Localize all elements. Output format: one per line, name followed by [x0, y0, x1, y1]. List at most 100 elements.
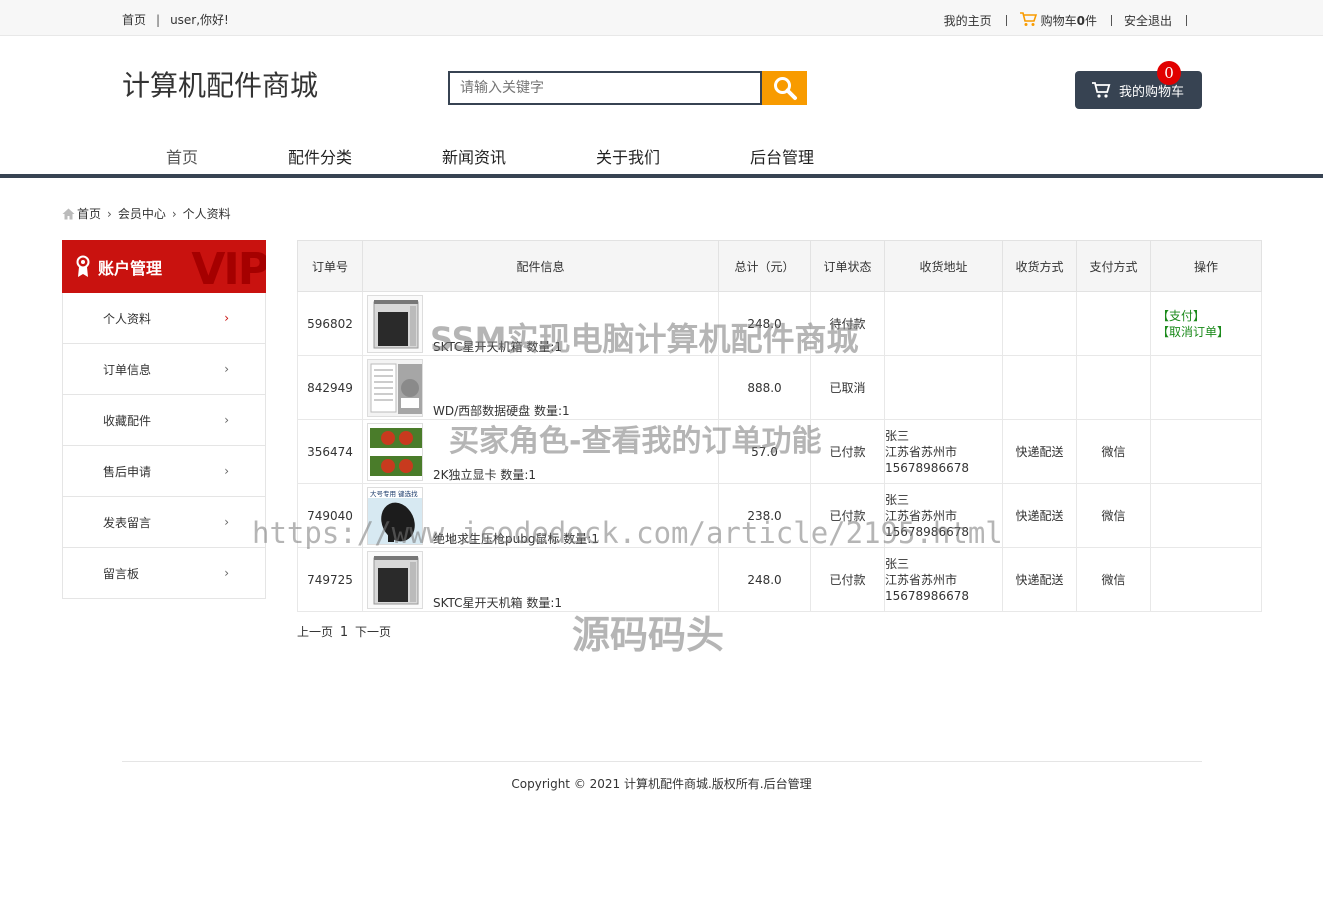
order-id: 356474 [297, 419, 363, 484]
order-status: 已付款 [810, 483, 885, 548]
main-nav: 首页 配件分类 新闻资讯 关于我们 后台管理 [0, 136, 1323, 178]
table-header-row: 订单号 配件信息 总计（元） 订单状态 收货地址 收货方式 支付方式 操作 [297, 240, 1262, 292]
prev-page-link[interactable]: 上一页 [297, 625, 333, 639]
product-thumbnail[interactable] [367, 550, 423, 609]
top-bar: 首页 | user,你好! 我的主页 购物车0件 安全退出 [0, 0, 1323, 36]
product-thumbnail[interactable]: 大号专用 键选找 [367, 486, 423, 545]
nav-home[interactable]: 首页 [166, 144, 198, 168]
product-thumbnail[interactable] [367, 358, 423, 417]
cart-icon [1092, 82, 1111, 98]
order-total: 57.0 [718, 419, 811, 484]
order-shipping [1002, 355, 1077, 420]
logout-link[interactable]: 安全退出 [1124, 12, 1172, 29]
product-name[interactable]: 2K独立显卡 数量:1 [433, 466, 536, 483]
order-address: 张三 江苏省苏州市 15678986678 [884, 483, 1003, 548]
chevron-right-icon: › [224, 515, 229, 529]
crumb-member[interactable]: 会员中心 [118, 205, 166, 222]
nav-about[interactable]: 关于我们 [596, 144, 660, 168]
product-info: SKTC星开天机箱 数量:1 [362, 547, 719, 612]
top-cart-link[interactable]: 购物车0件 [1041, 12, 1097, 29]
order-payment: 微信 [1076, 419, 1151, 484]
cart-count: 0 [1076, 14, 1085, 28]
pay-link[interactable]: 【支付】 [1157, 308, 1261, 324]
order-total: 248.0 [718, 291, 811, 356]
product-thumbnail[interactable] [367, 422, 423, 481]
search-button[interactable] [762, 71, 807, 105]
chevron-right-icon: › [224, 464, 229, 478]
breadcrumb: 首页 › 会员中心 › 个人资料 [62, 205, 231, 222]
site-logo[interactable]: 计算机配件商城 [122, 64, 318, 104]
table-row: 356474 2K独立显卡 数量:1 57.0 已付款 张三 江苏省苏州市 1567… [297, 419, 1262, 484]
order-shipping: 快递配送 [1002, 419, 1077, 484]
thumbnail-text: 大号专用 键选找 [370, 489, 418, 498]
order-payment: 微信 [1076, 547, 1151, 612]
product-thumbnail[interactable] [367, 294, 423, 353]
sidebar-item-label: 留言板 [103, 566, 140, 581]
copyright: Copyright © 2021 计算机配件商城.版权所有.后台管理 [511, 777, 812, 791]
my-home-link[interactable]: 我的主页 [944, 12, 992, 29]
order-status: 已取消 [810, 355, 885, 420]
order-id: 749040 [297, 483, 363, 548]
order-total: 248.0 [718, 547, 811, 612]
sidebar-item-label: 订单信息 [103, 362, 152, 377]
crumb-home[interactable]: 首页 [77, 205, 101, 222]
search-icon [773, 77, 797, 100]
sidebar-item-label: 发表留言 [103, 515, 152, 530]
footer-divider [122, 761, 1202, 762]
order-id: 749725 [297, 547, 363, 612]
order-actions: 【支付】 【取消订单】 [1150, 291, 1262, 356]
table-row: 842949 WD/西部数据硬盘 数量:1 888.0 已取消 [297, 355, 1262, 420]
watermark-brand: 源码码头 [572, 613, 725, 657]
chevron-right-icon: › [224, 362, 229, 376]
cart-badge: 0 [1157, 61, 1181, 85]
product-name[interactable]: 绝地求生压枪pubg鼠标 数量:1 [433, 530, 599, 547]
pagination: 上一页 1 下一页 [297, 623, 391, 640]
page-number[interactable]: 1 [340, 625, 348, 640]
sidebar-item-post-message[interactable]: 发表留言 › [62, 497, 266, 548]
vip-decoration: VIP [191, 244, 266, 293]
product-name[interactable]: SKTC星开天机箱 数量:1 [433, 338, 562, 355]
home-icon [62, 208, 75, 219]
order-id: 842949 [297, 355, 363, 420]
crumb-profile: 个人资料 [182, 207, 231, 221]
nav-categories[interactable]: 配件分类 [288, 144, 352, 168]
search-input[interactable] [450, 73, 760, 103]
sidebar-item-profile[interactable]: 个人资料 › [62, 293, 266, 344]
sidebar-item-orders[interactable]: 订单信息 › [62, 344, 266, 395]
divider [1186, 15, 1187, 26]
col-shipping: 收货方式 [1002, 240, 1077, 292]
table-row: 749725 SKTC星开天机箱 数量:1 248.0 已付款 张三 江苏省苏州市… [297, 547, 1262, 612]
order-status: 已付款 [810, 547, 885, 612]
nav-admin[interactable]: 后台管理 [750, 144, 814, 168]
order-total: 238.0 [718, 483, 811, 548]
nav-news[interactable]: 新闻资讯 [442, 144, 506, 168]
top-home-link[interactable]: 首页 [122, 13, 146, 27]
order-address [884, 355, 1003, 420]
next-page-link[interactable]: 下一页 [355, 625, 391, 639]
product-info: SKTC星开天机箱 数量:1 [362, 291, 719, 356]
col-payment: 支付方式 [1076, 240, 1151, 292]
chevron-right-icon: › [224, 311, 229, 325]
sidebar-item-label: 个人资料 [103, 311, 152, 326]
sidebar-title: 账户管理 [98, 258, 163, 278]
product-name[interactable]: WD/西部数据硬盘 数量:1 [433, 402, 570, 419]
account-sidebar: 账户管理 VIP 个人资料 › 订单信息 › 收藏配件 › 售后申请 › 发表留言 › 留… [62, 240, 266, 599]
product-name[interactable]: SKTC星开天机箱 数量:1 [433, 594, 562, 611]
cancel-order-link[interactable]: 【取消订单】 [1157, 324, 1261, 340]
order-shipping: 快递配送 [1002, 547, 1077, 612]
cart-icon[interactable] [1019, 11, 1037, 30]
top-bar-left: 首页 | user,你好! [122, 11, 229, 28]
sidebar-item-favorites[interactable]: 收藏配件 › [62, 395, 266, 446]
col-total: 总计（元） [718, 240, 811, 292]
order-actions [1150, 483, 1262, 548]
my-cart-button[interactable]: 我的购物车 0 [1075, 61, 1202, 109]
table-row: 749040 大号专用 键选找 绝地求生压枪pubg鼠标 数量:1 238.0 … [297, 483, 1262, 548]
chevron-right-icon: › [107, 206, 112, 221]
divider [1110, 15, 1112, 26]
col-address: 收货地址 [884, 240, 1003, 292]
sidebar-item-message-board[interactable]: 留言板 › [62, 548, 266, 599]
order-address [884, 291, 1003, 356]
order-address: 张三 江苏省苏州市 15678986678 [884, 419, 1003, 484]
sidebar-item-after-sales[interactable]: 售后申请 › [62, 446, 266, 497]
product-info: WD/西部数据硬盘 数量:1 [362, 355, 719, 420]
